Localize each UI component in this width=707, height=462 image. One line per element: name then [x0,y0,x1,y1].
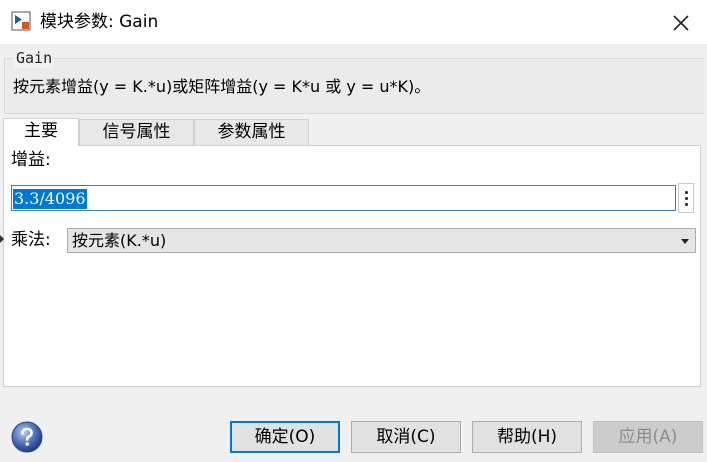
more-options-button[interactable] [678,183,694,213]
dropdown-arrow-icon [681,239,689,244]
question-icon[interactable] [11,421,43,453]
block-type-legend: Gain [14,48,55,68]
help-button[interactable]: 帮助(H) [472,421,582,453]
cancel-button[interactable]: 取消(C) [351,421,461,453]
tab-signal-attributes[interactable]: 信号属性 [79,119,194,145]
multiplication-value: 按元素(K.*u) [72,231,167,250]
block-description: 按元素增益(y = K.*u)或矩阵增益(y = K*u 或 y = u*K)。 [13,77,431,96]
gain-input[interactable]: 3.3/4096 [11,185,676,211]
tab-panel [3,145,701,387]
tab-main[interactable]: 主要 [3,118,79,146]
multiplication-select[interactable]: 按元素(K.*u) [67,228,696,253]
simulink-block-icon [11,11,31,31]
apply-button[interactable]: 应用(A) [593,421,703,453]
edge-marker-icon [0,235,4,243]
multiplication-label: 乘法: [11,230,51,250]
title-bar: 模块参数: Gain [0,0,707,44]
close-icon[interactable] [668,10,694,36]
tab-parameter-attributes[interactable]: 参数属性 [194,119,309,145]
window-title: 模块参数: Gain [40,12,159,32]
gain-label: 增益: [11,150,51,170]
ok-button[interactable]: 确定(O) [230,421,340,453]
gain-value-selected: 3.3/4096 [13,189,87,209]
